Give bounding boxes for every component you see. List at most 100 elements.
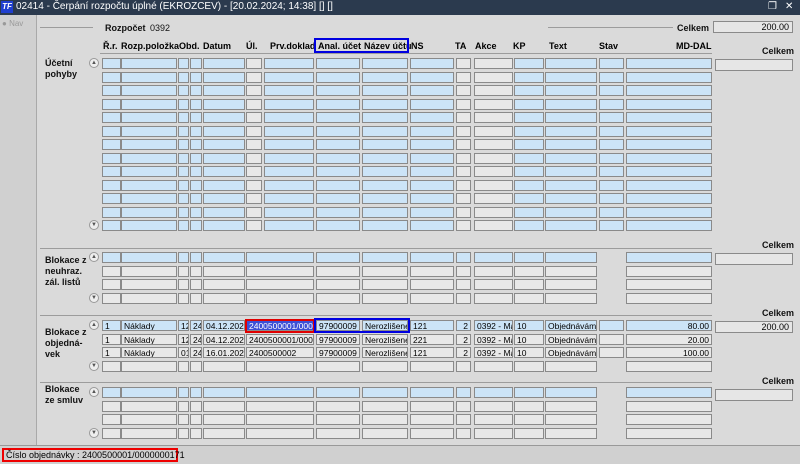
table-cell-doklad[interactable] [264,179,314,191]
table-cell-kp[interactable] [514,220,544,231]
table-cell-ns[interactable] [410,58,454,69]
table-cell-akce[interactable] [474,252,513,263]
table-cell-rok[interactable] [190,58,202,69]
table-cell-datum[interactable] [203,152,245,164]
table-cell-ta[interactable] [456,220,471,231]
table-cell-obd[interactable] [178,292,189,304]
table-cell-obd[interactable] [178,71,189,83]
table-cell-akce[interactable] [474,206,513,218]
table-cell-akce[interactable] [474,71,513,83]
table-cell-datum[interactable]: 04.12.2023 [203,320,245,331]
section-celkem-field[interactable] [715,59,793,71]
table-cell-ns[interactable] [410,112,454,123]
table-cell-polozka[interactable]: Náklady [121,347,177,358]
table-cell-kp[interactable]: 10 [514,320,544,331]
table-cell-datum[interactable]: 16.01.2024 [203,347,245,358]
table-cell-ns[interactable] [410,220,454,231]
table-cell-kp[interactable] [514,360,544,372]
table-cell-text[interactable] [545,265,597,277]
table-cell-obd[interactable] [178,193,189,204]
table-cell-ta[interactable] [456,360,471,372]
table-cell-ta[interactable] [456,193,471,204]
table-cell-ns[interactable] [410,125,454,137]
table-cell-anal[interactable] [316,279,360,290]
table-cell-akce[interactable] [474,414,513,425]
table-cell-doklad[interactable] [264,58,314,69]
table-cell-doklad[interactable] [264,206,314,218]
table-cell-nazev[interactable] [362,265,408,277]
table-cell-ta[interactable] [456,166,471,177]
table-cell-obd[interactable] [178,112,189,123]
table-cell-text[interactable] [545,152,597,164]
table-cell-obd[interactable] [178,58,189,69]
table-cell-nazev[interactable] [362,139,408,150]
table-cell-anal[interactable] [316,58,360,69]
table-cell-obd[interactable] [178,85,189,96]
table-cell-text[interactable] [545,220,597,231]
table-cell-doklad[interactable] [246,279,314,290]
table-cell-polozka[interactable] [121,58,177,69]
table-cell-doklad[interactable] [246,360,314,372]
table-cell-datum[interactable] [203,85,245,96]
table-cell-md[interactable]: 20.00 [626,333,712,345]
table-cell-akce[interactable] [474,98,513,110]
table-cell-rr[interactable] [102,98,121,110]
table-cell-anal[interactable]: 97900009 [316,333,360,345]
table-cell-md[interactable] [626,220,712,231]
table-cell-doklad[interactable] [264,112,314,123]
table-cell-rr[interactable] [102,139,121,150]
table-cell-ta[interactable] [456,414,471,425]
table-cell-md[interactable] [626,112,712,123]
table-cell-stav[interactable] [599,347,624,358]
table-cell-nazev[interactable] [362,220,408,231]
table-cell-kp[interactable] [514,179,544,191]
table-cell-nazev[interactable] [362,85,408,96]
table-cell-anal[interactable] [316,427,360,439]
table-cell-rr[interactable] [102,166,121,177]
table-cell-datum[interactable] [203,387,245,398]
table-cell-rok[interactable] [190,252,202,263]
table-cell-doklad[interactable] [264,71,314,83]
table-cell-datum[interactable] [203,252,245,263]
table-cell-rok[interactable] [190,166,202,177]
table-cell-nazev[interactable] [362,387,408,398]
table-cell-anal[interactable] [316,400,360,412]
table-cell-doklad[interactable] [264,166,314,177]
table-cell-ta[interactable] [456,292,471,304]
table-cell-md[interactable] [626,139,712,150]
table-cell-polozka[interactable] [121,252,177,263]
table-cell-ta[interactable] [456,252,471,263]
table-cell-stav[interactable] [599,333,624,345]
table-cell-ta[interactable] [456,179,471,191]
table-cell-anal[interactable] [316,139,360,150]
table-cell-stav[interactable] [599,220,624,231]
table-cell-ta[interactable] [456,85,471,96]
table-cell-ns[interactable] [410,179,454,191]
table-cell-rr[interactable] [102,387,121,398]
table-cell-ta[interactable] [456,387,471,398]
table-cell-md[interactable] [626,279,712,290]
scroll-down-icon[interactable]: ▼ [89,427,99,438]
table-cell-akce[interactable] [474,360,513,372]
table-cell-obd[interactable] [178,427,189,439]
table-cell-stav[interactable] [599,179,624,191]
table-cell-rok[interactable] [190,387,202,398]
table-cell-doklad[interactable] [264,220,314,231]
table-cell-ta[interactable] [456,427,471,439]
table-cell-nazev[interactable] [362,292,408,304]
table-cell-ns[interactable] [410,193,454,204]
table-cell-datum[interactable]: 04.12.2023 [203,333,245,345]
table-cell-doklad[interactable] [264,85,314,96]
table-cell-text[interactable] [545,125,597,137]
table-cell-text[interactable] [545,279,597,290]
table-cell-akce[interactable] [474,85,513,96]
table-cell-datum[interactable] [203,179,245,191]
table-cell-text[interactable] [545,112,597,123]
table-cell-ul[interactable] [246,179,262,191]
table-cell-obd[interactable] [178,179,189,191]
table-cell-text[interactable] [545,71,597,83]
table-cell-nazev[interactable] [362,279,408,290]
table-cell-rr[interactable] [102,179,121,191]
table-cell-ns[interactable] [410,427,454,439]
table-cell-md[interactable] [626,206,712,218]
